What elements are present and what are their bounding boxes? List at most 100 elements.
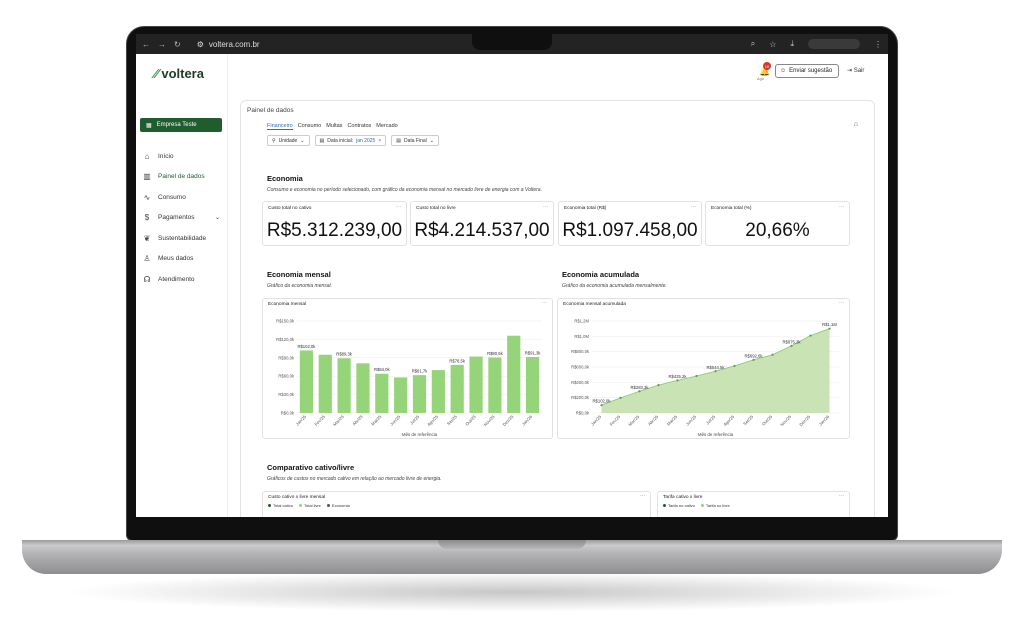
y-tick-label: R$1,0M	[574, 334, 589, 339]
data-point	[600, 404, 603, 407]
x-tick-label: Nov/25	[779, 414, 792, 427]
sidebar-item-4[interactable]: ❦ Sustentabilidade	[142, 228, 226, 249]
logout-button[interactable]: ⇥ Sair	[847, 67, 864, 74]
tab-contratos[interactable]: Contratos	[347, 123, 371, 130]
tab-financeiro[interactable]: Financeiro	[267, 123, 293, 130]
notification-bell-icon[interactable]: 🔔 10 Ago	[757, 62, 771, 81]
brand-logo[interactable]: ⁄⁄ voltera	[154, 66, 204, 81]
start-date-filter[interactable]: ▤ Data inicial: jan 2025 ×	[314, 135, 387, 146]
legend-item[interactable]: Tarifa no cativo	[663, 503, 695, 508]
y-tick-label: R$600,0k	[571, 365, 590, 370]
bar	[394, 377, 408, 413]
data-label: R$102,0k	[297, 344, 316, 349]
sidebar-menu: ⌂ Início ▥ Painel de dados ∿ Consumo $ Pagament…	[142, 146, 226, 290]
y-tick-label: R$60,0k	[278, 374, 295, 379]
x-tick-label: Fev/25	[313, 414, 326, 427]
bookmark-star-icon[interactable]: ☆	[769, 40, 776, 49]
back-icon[interactable]: ←	[142, 40, 150, 49]
more-options-icon[interactable]: ···	[640, 493, 645, 499]
sidebar-item-6[interactable]: ☊ Atendimento	[142, 269, 226, 290]
kpi-value: R$1.097.458,00	[562, 220, 698, 241]
y-tick-label: R$0,0k	[576, 411, 590, 416]
kpi-value: R$4.214.537,00	[414, 220, 550, 241]
reload-icon[interactable]: ↻	[174, 40, 181, 49]
sidebar-item-3[interactable]: $ Pagamentos ⌄	[142, 208, 226, 229]
more-options-icon[interactable]: ···	[396, 204, 401, 210]
zoom-icon[interactable]: ⌕	[751, 39, 755, 49]
bar	[488, 357, 502, 413]
unit-filter[interactable]: ⚲ Unidade ⌄	[267, 135, 310, 146]
more-options-icon[interactable]: ···	[839, 493, 844, 499]
sidebar-item-label: Início	[158, 152, 174, 160]
more-options-icon[interactable]: ···	[543, 204, 548, 210]
x-tick-label: Jan/26	[521, 414, 534, 427]
sidebar-item-1[interactable]: ▥ Painel de dados	[142, 167, 226, 188]
data-point	[657, 383, 660, 387]
sidebar-item-0[interactable]: ⌂ Início	[142, 146, 226, 167]
economia-subtitle: Consumo e economia no período selecionad…	[267, 187, 542, 193]
legend-item[interactable]: Total livre	[299, 503, 321, 508]
x-axis-label: Mês de referência	[698, 432, 734, 437]
home-icon[interactable]: ⌂	[854, 121, 858, 128]
chart-card-label: Custo cativo x livre mensal	[268, 495, 326, 500]
legend-item[interactable]: Tarifa no livre	[700, 503, 730, 508]
clear-date-icon[interactable]: ×	[378, 138, 381, 144]
sidebar-item-5[interactable]: ♙ Meus dados	[142, 249, 226, 270]
more-options-icon[interactable]: ···	[839, 204, 844, 210]
tab-mercado[interactable]: Mercado	[376, 123, 397, 130]
send-suggestion-button[interactable]: ☺ Enviar sugestão	[775, 64, 839, 78]
notification-badge: 10	[763, 62, 771, 70]
company-name: Empresa Teste	[156, 122, 197, 128]
url-text: voltera.com.br	[208, 39, 260, 49]
start-date-value: jan 2025	[356, 137, 376, 144]
dollar-icon: $	[144, 213, 150, 223]
data-label: R$425,2k	[669, 374, 688, 379]
laptop-opening-groove	[438, 540, 586, 549]
headset-icon: ☊	[143, 274, 151, 284]
sidebar-item-label: Meus dados	[158, 255, 194, 263]
data-label: R$61,7k	[412, 369, 429, 374]
monthly-chart-card: Economia mensal ··· R$0,0k R$30,0k R$60,0k…	[262, 298, 553, 439]
x-tick-label: Mai/25	[666, 414, 679, 427]
kpi-card-economia-pct: Economia total (%) ··· 20,66%	[705, 201, 850, 246]
browser-menu-icon[interactable]: ⋮	[874, 40, 882, 49]
x-tick-label: Jul/25	[409, 414, 421, 426]
sidebar-item-2[interactable]: ∿ Consumo	[142, 187, 226, 208]
profile-pill[interactable]	[808, 39, 860, 49]
x-tick-label: Set/25	[742, 414, 755, 427]
brand-name: voltera	[161, 66, 204, 81]
unit-filter-label: Unidade	[278, 137, 298, 144]
data-label: R$544,5k	[707, 365, 726, 370]
chevron-down-icon: ⌄	[214, 215, 220, 222]
x-tick-label: Mar/25	[332, 414, 345, 427]
data-point	[619, 396, 622, 399]
x-tick-label: Fev/25	[609, 414, 622, 427]
site-info-icon[interactable]: ⚙	[197, 40, 204, 49]
bar	[450, 364, 464, 413]
data-label: R$89,3k	[336, 352, 353, 357]
filters-bar: ⚲ Unidade ⌄ ▤ Data inicial: jan 2025 × ▤…	[267, 135, 439, 146]
sidebar-item-label: Sustentabilidade	[158, 234, 207, 242]
legend-item[interactable]: Economia	[326, 503, 350, 508]
company-selector[interactable]: ▦ Empresa Teste	[140, 118, 222, 132]
y-tick-label: R$150,0k	[276, 319, 295, 324]
calendar-icon: ▤	[396, 137, 401, 144]
address-bar[interactable]: ⚙ voltera.com.br	[197, 40, 260, 49]
more-options-icon[interactable]: ···	[691, 204, 696, 210]
data-label: R$1,1M	[822, 322, 837, 327]
download-icon[interactable]: ⤓	[790, 39, 794, 49]
forward-icon[interactable]: →	[158, 40, 166, 49]
y-tick-label: R$800,0k	[571, 349, 590, 354]
panel-tabs: Financeiro Consumo Multas Contratos Mercado	[267, 123, 398, 130]
kpi-label: Custo total no livre	[416, 206, 456, 211]
legend-item[interactable]: Total cativo	[268, 503, 293, 508]
sidebar-item-label: Atendimento	[158, 275, 195, 283]
tab-consumo[interactable]: Consumo	[298, 123, 322, 130]
bar	[431, 370, 445, 413]
data-label: R$692,6k	[745, 353, 764, 358]
tab-multas[interactable]: Multas	[326, 123, 342, 130]
end-date-filter[interactable]: ▤ Data Final ⌄	[391, 135, 439, 146]
x-axis-label: Mês de referência	[402, 432, 438, 437]
kpi-value: R$5.312.239,00	[266, 220, 403, 241]
x-tick-label: Jun/25	[389, 414, 402, 427]
